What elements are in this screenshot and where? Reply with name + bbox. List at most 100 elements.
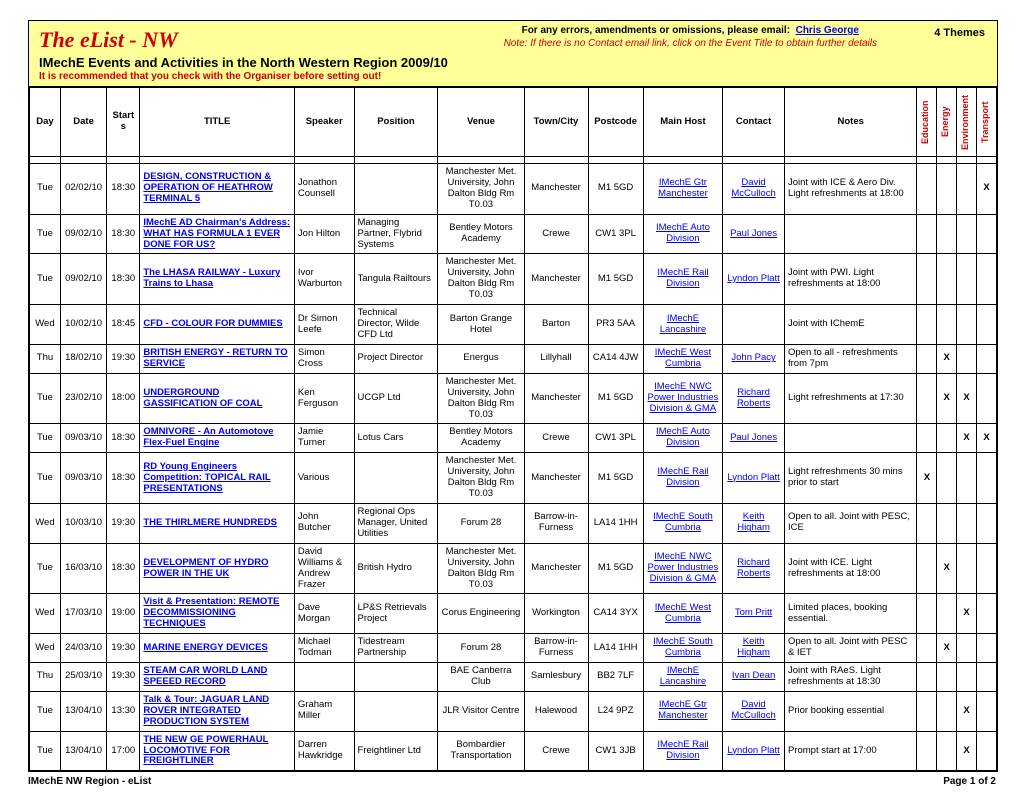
cell-postcode: M1 5GD: [588, 164, 643, 215]
contact-link[interactable]: Richard Roberts: [737, 557, 770, 579]
theme-mark: [957, 254, 977, 305]
cell-host: IMechE South Cumbria: [643, 634, 722, 663]
host-link[interactable]: IMechE Rail Division: [657, 267, 708, 289]
contact-link[interactable]: Tom Pritt: [735, 607, 772, 618]
event-title-link[interactable]: UNDERGROUND GASSIFICATION OF COAL: [143, 387, 262, 409]
contact-link[interactable]: John Pacy: [731, 352, 775, 363]
contact-link[interactable]: Lyndon Platt: [727, 472, 779, 483]
event-title-link[interactable]: Talk & Tour: JAGUAR LAND ROVER INTEGRATE…: [143, 694, 269, 727]
theme-mark: [957, 543, 977, 594]
event-title-link[interactable]: Visit & Presentation: REMOTE DECOMMISSIO…: [143, 596, 279, 629]
cell-venue: BAE Canberra Club: [438, 663, 524, 692]
cell-date: 17/03/10: [60, 594, 106, 634]
cell-town: Lillyhall: [524, 344, 588, 373]
event-title-link[interactable]: DESIGN, CONSTRUCTION & OPERATION OF HEAT…: [143, 171, 272, 204]
event-title-link[interactable]: THE NEW GE POWERHAUL LOCOMOTIVE FOR FREI…: [143, 734, 268, 767]
cell-title: CFD - COLOUR FOR DUMMIES: [140, 305, 295, 345]
contact-link[interactable]: Keith Higham: [737, 511, 770, 533]
cell-speaker: Jon Hilton: [294, 214, 354, 254]
cell-host: IMechE Auto Division: [643, 424, 722, 453]
cell-day: Tue: [30, 543, 61, 594]
host-link[interactable]: IMechE Gtr Manchester: [658, 177, 708, 199]
host-link[interactable]: IMechE West Cumbria: [655, 347, 711, 369]
cell-postcode: M1 5GD: [588, 254, 643, 305]
cell-date: 13/04/10: [60, 731, 106, 771]
theme-mark: [977, 691, 997, 731]
host-link[interactable]: IMechE NWC Power Industries Division & G…: [648, 381, 719, 414]
footer-right: Page 1 of 2: [943, 776, 996, 787]
cell-day: Tue: [30, 731, 61, 771]
event-title-link[interactable]: OMNIVORE - An Automotove Flex-Fuel Engin…: [143, 426, 273, 448]
contact-link[interactable]: Ivan Dean: [732, 670, 775, 681]
event-title-link[interactable]: CFD - COLOUR FOR DUMMIES: [143, 318, 282, 329]
host-link[interactable]: IMechE Lancashire: [660, 665, 706, 687]
cell-postcode: LA14 1HH: [588, 634, 643, 663]
host-link[interactable]: IMechE South Cumbria: [653, 636, 713, 658]
cell-day: Wed: [30, 594, 61, 634]
cell-host: IMechE West Cumbria: [643, 594, 722, 634]
contact-link[interactable]: Paul Jones: [730, 432, 777, 443]
event-title-link[interactable]: IMechE AD Chairman's Address: WHAT HAS F…: [143, 217, 290, 250]
cell-contact: Paul Jones: [723, 214, 785, 254]
cell-venue: Forum 28: [438, 503, 524, 543]
contact-link[interactable]: Lyndon Platt: [727, 745, 779, 756]
col-speaker: Speaker: [294, 88, 354, 157]
cell-notes: Joint with PWI. Light refreshments at 18…: [784, 254, 916, 305]
cell-position: Technical Director, Wilde CFD Ltd: [354, 305, 438, 345]
errors-label: For any errors, amendments or omissions,…: [522, 25, 790, 36]
cell-contact: David McCulloch: [723, 691, 785, 731]
cell-postcode: CA14 4JW: [588, 344, 643, 373]
host-link[interactable]: IMechE Rail Division: [657, 739, 708, 761]
contact-link[interactable]: Paul Jones: [730, 228, 777, 239]
cell-host: IMechE West Cumbria: [643, 344, 722, 373]
contact-link[interactable]: Richard Roberts: [737, 387, 770, 409]
contact-link[interactable]: David McCulloch: [731, 177, 775, 199]
theme-mark: [977, 453, 997, 504]
col-contact: Contact: [723, 88, 785, 157]
col-postcode: Postcode: [588, 88, 643, 157]
cell-town: Crewe: [524, 214, 588, 254]
event-title-link[interactable]: BRITISH ENERGY - RETURN TO SERVICE: [143, 347, 287, 369]
event-title-link[interactable]: THE THIRLMERE HUNDREDS: [143, 517, 277, 528]
cell-town: Samlesbury: [524, 663, 588, 692]
contact-link[interactable]: Lyndon Platt: [727, 273, 779, 284]
theme-mark: [977, 214, 997, 254]
cell-day: Tue: [30, 373, 61, 424]
host-link[interactable]: IMechE Gtr Manchester: [658, 699, 708, 721]
cell-contact: Lyndon Platt: [723, 254, 785, 305]
table-row: Thu25/03/1019:30STEAM CAR WORLD LAND SPE…: [30, 663, 997, 692]
cell-host: IMechE Rail Division: [643, 731, 722, 771]
event-title-link[interactable]: DEVELOPMENT OF HYDRO POWER IN THE UK: [143, 557, 268, 579]
col-theme-transport: Transport: [977, 88, 997, 157]
theme-mark: [957, 453, 977, 504]
theme-mark: [917, 424, 937, 453]
theme-mark: [977, 373, 997, 424]
col-date: Date: [60, 88, 106, 157]
contact-link[interactable]: Keith Higham: [737, 636, 770, 658]
event-title-link[interactable]: The LHASA RAILWAY - Luxury Trains to Lha…: [143, 267, 280, 289]
cell-postcode: M1 5GD: [588, 543, 643, 594]
theme-mark: [917, 373, 937, 424]
cell-speaker: David Williams & Andrew Frazer: [294, 543, 354, 594]
cell-position: British Hydro: [354, 543, 438, 594]
cell-town: Manchester: [524, 543, 588, 594]
theme-mark: [977, 594, 997, 634]
host-link[interactable]: IMechE West Cumbria: [655, 602, 711, 624]
host-link[interactable]: IMechE Auto Division: [656, 426, 710, 448]
host-link[interactable]: IMechE Lancashire: [660, 313, 706, 335]
cell-venue: JLR Visitor Centre: [438, 691, 524, 731]
host-link[interactable]: IMechE NWC Power Industries Division & G…: [648, 551, 719, 584]
cell-town: Crewe: [524, 731, 588, 771]
event-title-link[interactable]: STEAM CAR WORLD LAND SPEEED RECORD: [143, 665, 267, 687]
cell-starts: 18:30: [107, 424, 140, 453]
event-title-link[interactable]: RD Young Engineers Competition: TOPICAL …: [143, 461, 270, 494]
theme-mark: [917, 543, 937, 594]
host-link[interactable]: IMechE South Cumbria: [653, 511, 713, 533]
cell-day: Wed: [30, 634, 61, 663]
host-link[interactable]: IMechE Rail Division: [657, 466, 708, 488]
contact-link[interactable]: David McCulloch: [731, 699, 775, 721]
theme-mark: X: [937, 634, 957, 663]
errors-contact-link[interactable]: Chris George: [796, 25, 859, 36]
host-link[interactable]: IMechE Auto Division: [656, 222, 710, 244]
event-title-link[interactable]: MARINE ENERGY DEVICES: [143, 642, 267, 653]
